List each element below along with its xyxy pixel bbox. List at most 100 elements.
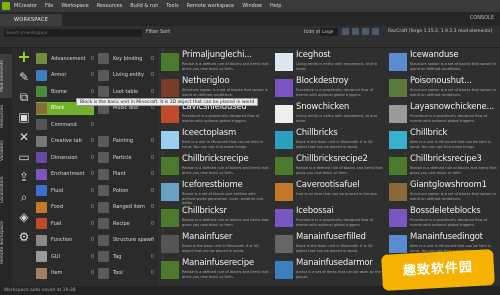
lock-icon[interactable]: ▣ bbox=[17, 110, 31, 124]
element-type-plant[interactable]: Plant 0 bbox=[98, 168, 154, 181]
list-view-icon[interactable] bbox=[342, 28, 349, 35]
element-type-painting[interactable]: Painting 0 bbox=[98, 135, 154, 148]
element-type-label: Dimension bbox=[51, 154, 78, 161]
mod-element-name: Poisonoushut... bbox=[410, 76, 472, 86]
tiles-view-icon[interactable] bbox=[372, 28, 379, 35]
mod-element-card[interactable]: Caverootisafuel Fuel is an item that can … bbox=[274, 180, 386, 205]
element-type-structure-spawn[interactable]: Structure spawn 0 bbox=[98, 234, 154, 247]
mod-element-card[interactable]: Blockdestroy Procedure is a graphically d… bbox=[274, 76, 386, 101]
vtab-variables[interactable]: Variables bbox=[0, 136, 12, 166]
element-type-creative-tab[interactable]: Creative tab 0 bbox=[36, 135, 94, 148]
mod-element-card[interactable]: Manainfuserecipe Recipe is a defined rule… bbox=[160, 258, 272, 283]
edit-icon[interactable]: ✎ bbox=[17, 70, 31, 84]
folder-icon[interactable]: ▭ bbox=[17, 150, 31, 164]
element-type-label: Advancement bbox=[51, 55, 86, 62]
element-type-tag[interactable]: Tag 0 bbox=[98, 250, 154, 263]
details-view-icon[interactable] bbox=[362, 28, 369, 35]
element-type-particle[interactable]: Particle 0 bbox=[98, 151, 154, 164]
mod-element-description: Recipe is a defined rule of blocks and i… bbox=[182, 62, 269, 71]
mod-element-name: Chillbricksrecipe2 bbox=[296, 154, 368, 164]
element-type-icon bbox=[98, 53, 109, 64]
mod-element-name: Manainfuser bbox=[182, 232, 233, 242]
mod-element-name: Manainfuserfilled bbox=[296, 232, 366, 242]
mod-element-card[interactable]: Chillbrick Item is a unit in Minecraft th… bbox=[388, 128, 500, 153]
menu-help[interactable]: Help bbox=[270, 3, 281, 9]
element-type-recipe[interactable]: Recipe 0 bbox=[98, 217, 154, 230]
search-input[interactable]: Search in workspace bbox=[4, 29, 142, 37]
element-type-armor[interactable]: Armor 0 bbox=[36, 69, 94, 82]
menu-file[interactable]: File bbox=[45, 3, 53, 9]
mod-element-card[interactable]: Snowchicken Living entity is entity with … bbox=[274, 102, 386, 127]
element-type-dimension[interactable]: Dimension 0 bbox=[36, 151, 94, 164]
element-type-icon bbox=[36, 102, 47, 114]
mod-element-card[interactable]: Chillbricksrecipe2 Recipe is a defined ru… bbox=[274, 154, 386, 179]
menu-build-run[interactable]: Build & run bbox=[130, 3, 158, 9]
menu-mcreator[interactable]: MCreator bbox=[14, 3, 37, 9]
mod-element-card[interactable]: Iceforestbiome Biome is a set of blocks a… bbox=[160, 180, 272, 205]
tab-console[interactable]: CONSOLE bbox=[470, 15, 494, 21]
mod-element-card[interactable]: Layasnowchickene... Procedure is a graphi… bbox=[388, 102, 500, 127]
element-type-function[interactable]: Function 0 bbox=[36, 234, 94, 247]
mod-element-card[interactable]: Icewanduse Structure spawn is a set of bl… bbox=[388, 50, 500, 75]
vtab-localization[interactable]: Localization bbox=[0, 170, 12, 210]
mod-element-card[interactable]: Iceectoplasm Item is a unit in Minecraft … bbox=[160, 128, 272, 153]
element-type-tool[interactable]: Tool 0 bbox=[98, 267, 154, 280]
tab-workspace[interactable]: WORKSPACE bbox=[0, 14, 63, 26]
element-type-food[interactable]: Food 0 bbox=[36, 201, 94, 214]
grid-view-icon[interactable] bbox=[352, 28, 359, 35]
element-type-key-binding[interactable]: Key binding 0 bbox=[98, 52, 154, 65]
element-type-item[interactable]: Item 0 bbox=[36, 267, 94, 280]
delete-icon[interactable]: ✕ bbox=[17, 130, 31, 144]
add-element-icon[interactable]: + bbox=[17, 49, 31, 65]
duplicate-icon[interactable]: ⧉ bbox=[17, 90, 31, 104]
mod-element-card[interactable]: Chillbricks Block is the basic unit in Mi… bbox=[274, 128, 386, 153]
mod-element-card[interactable]: Bossdeleteblocks Procedure is a graphical… bbox=[388, 206, 500, 231]
menu-window[interactable]: Window bbox=[242, 3, 262, 9]
mod-element-card[interactable]: Chillbricksrecipe3 Recipe is a defined ru… bbox=[388, 154, 500, 179]
pin-icon[interactable]: ◈ bbox=[17, 210, 31, 224]
element-type-advancement[interactable]: Advancement 0 bbox=[36, 52, 94, 65]
element-type-fuel[interactable]: Fuel 0 bbox=[36, 217, 94, 230]
mod-element-card[interactable]: Primaljunglechi... Recipe is a defined ru… bbox=[160, 50, 272, 75]
element-type-living-entity[interactable]: Living entity 0 bbox=[98, 69, 154, 82]
mod-element-description: Biome is a set of blocks and entities wi… bbox=[182, 192, 264, 205]
mod-element-card[interactable]: Icebossai Procedure is a graphically desi… bbox=[274, 206, 386, 231]
element-type-icon bbox=[36, 218, 47, 229]
element-type-label: Tag bbox=[113, 253, 122, 260]
element-type-count: 0 bbox=[90, 171, 94, 177]
menu-tools[interactable]: Tools bbox=[166, 3, 178, 9]
element-type-potion[interactable]: Potion 0 bbox=[98, 184, 154, 197]
element-type-count: 0 bbox=[90, 237, 94, 243]
mod-element-card[interactable]: Giantglowshroom1 Structure spawn is a set… bbox=[388, 180, 500, 205]
mod-element-card[interactable]: Poisonoushut... Structure spawn is a set … bbox=[388, 76, 500, 101]
mod-element-card[interactable]: Manainfuser Block is the basic unit in Mi… bbox=[160, 232, 272, 257]
element-type-biome[interactable]: Biome 0 bbox=[36, 85, 94, 98]
mod-element-card[interactable]: Chillbricksr Recipe is a defined rule of … bbox=[160, 206, 272, 231]
settings-icon[interactable]: ⚙ bbox=[17, 230, 31, 244]
main-tab-bar: WORKSPACE CONSOLE bbox=[0, 12, 500, 26]
mod-element-card[interactable]: Iceghost Living entity is entity with mov… bbox=[274, 50, 386, 75]
element-type-loot-table[interactable]: Loot table 0 bbox=[98, 85, 154, 98]
element-type-command[interactable]: Command 0 bbox=[36, 118, 94, 131]
vtab-remote-workspace[interactable]: Remote workspace bbox=[0, 218, 12, 268]
element-type-ranged-item[interactable]: Ranged item 0 bbox=[98, 201, 154, 214]
export-icon[interactable]: ⇪ bbox=[17, 170, 31, 184]
search-code-icon[interactable]: ⌕ bbox=[17, 190, 31, 204]
menu-remote-workspace[interactable]: Remote workspace bbox=[187, 3, 235, 9]
element-type-fluid[interactable]: Fluid 0 bbox=[36, 184, 94, 197]
filter-button[interactable]: Filter bbox=[146, 29, 158, 35]
mod-element-thumbnail bbox=[275, 209, 293, 227]
vtab-mod-elements[interactable]: Mod elements bbox=[0, 54, 12, 98]
element-type-gui[interactable]: GUI 0 bbox=[36, 250, 94, 263]
mod-element-card[interactable]: Manainfuserfilled Block is the basic unit… bbox=[274, 232, 386, 257]
element-type-count: 0 bbox=[90, 138, 94, 144]
workspace-info: RacCraft [forge 1.15.2, 1.9.2.3 mod elem… bbox=[388, 29, 493, 34]
menu-workspace[interactable]: Workspace bbox=[61, 3, 88, 9]
vtab-resources[interactable]: Resources bbox=[0, 102, 12, 132]
sort-button[interactable]: Sort bbox=[160, 29, 170, 35]
mod-element-card[interactable]: Manainfusedarmor Armor is a set of items … bbox=[274, 258, 386, 283]
mod-element-card[interactable]: Chillbricksrecipe Recipe is a defined rul… bbox=[160, 154, 272, 179]
element-type-enchantment[interactable]: Enchantment 0 bbox=[36, 168, 94, 181]
menu-resources[interactable]: Resources bbox=[97, 3, 123, 9]
icon-size-select[interactable]: Large bbox=[320, 28, 338, 36]
